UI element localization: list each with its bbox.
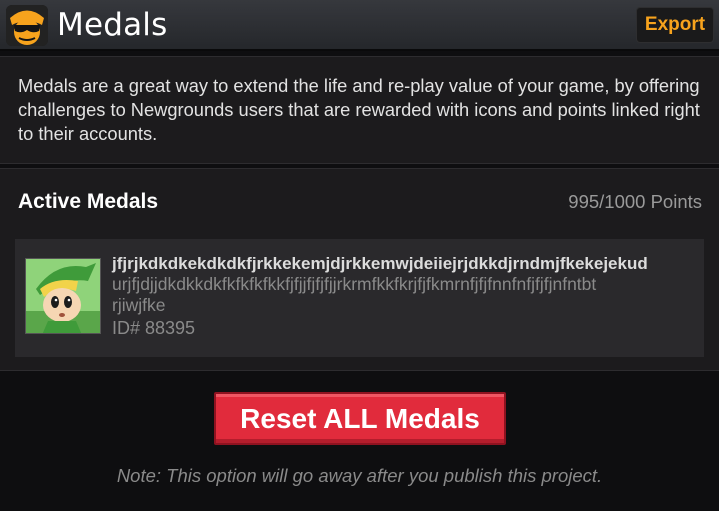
medal-name: jfjrjkdkdkekdkdkfjrkkekemjdjrkkemwjdeiie… bbox=[112, 254, 648, 273]
active-medals-panel: Active Medals 995/1000 Points jfjrjkdkdk… bbox=[0, 168, 719, 371]
medal-description: urjfjdjjdkdkkdkfkfkfkfkkfjfjjfjfjfjjrkrm… bbox=[112, 274, 597, 294]
points-counter: 995/1000 Points bbox=[568, 191, 702, 212]
export-button[interactable]: Export bbox=[636, 7, 714, 43]
section-title: Active Medals bbox=[18, 190, 159, 213]
page-title: Medals bbox=[57, 7, 168, 43]
header-bar: Medals Export bbox=[0, 0, 719, 51]
description-text: Medals are a great way to extend the lif… bbox=[18, 75, 700, 144]
medal-description-continued: rjiwjfke bbox=[112, 295, 166, 315]
medal-id: ID# 88395 bbox=[112, 318, 196, 338]
medal-character-icon bbox=[25, 258, 101, 334]
reset-all-medals-button[interactable]: Reset ALL Medals bbox=[214, 392, 506, 445]
medals-screen: Medals Export Medals are a great way to … bbox=[0, 0, 719, 511]
medal-details: jfjrjkdkdkekdkdkfjrkkekemjdjrkkemwjdeiie… bbox=[112, 253, 704, 340]
medal-list-item[interactable]: jfjrjkdkdkekdkdkfjrkkekemjdjrkkemwjdeiie… bbox=[15, 239, 704, 357]
publish-note: Note: This option will go away after you… bbox=[116, 465, 603, 486]
description-panel: Medals are a great way to extend the lif… bbox=[0, 56, 719, 164]
newgrounds-logo-icon bbox=[6, 5, 48, 46]
